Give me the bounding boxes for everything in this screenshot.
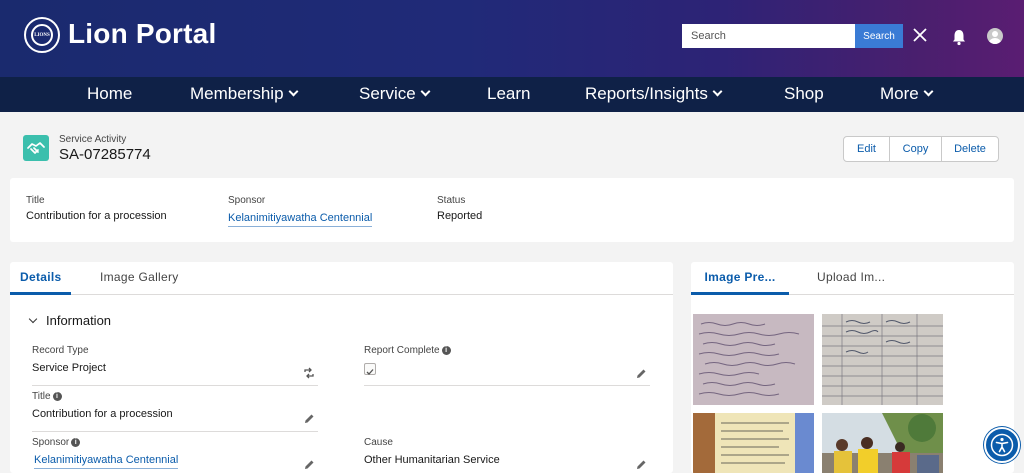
nav-item-shop[interactable]: Shop — [784, 77, 824, 112]
sponsor-label: Sponsor i — [32, 437, 81, 448]
search-button[interactable]: Search — [855, 24, 903, 48]
record-type-value: Service Project — [32, 362, 106, 374]
service-activity-icon — [23, 135, 49, 161]
highlight-status-label: Status — [437, 195, 466, 206]
image-thumbnail[interactable] — [822, 413, 943, 473]
record-id: SA-07285774 — [59, 146, 151, 163]
nav-item-more[interactable]: More — [880, 77, 934, 112]
image-panel: Image Pre... Upload Im... — [691, 262, 1014, 473]
chevron-down-icon — [28, 314, 38, 323]
nav-item-reports-insights[interactable]: Reports/Insights — [585, 77, 723, 112]
sponsor-link[interactable]: Kelanimitiyawatha Centennial — [34, 454, 179, 469]
edit-button[interactable]: Edit — [844, 137, 890, 161]
image-thumbnail[interactable] — [822, 314, 943, 405]
search-input[interactable] — [682, 24, 855, 48]
highlights-panel: Title Contribution for a procession Spon… — [10, 178, 1014, 242]
copy-button[interactable]: Copy — [890, 137, 942, 161]
information-section-toggle[interactable]: Information — [28, 313, 112, 328]
image-thumbnail[interactable] — [693, 413, 814, 473]
bell-icon[interactable] — [950, 28, 968, 46]
chevron-down-icon — [420, 86, 431, 97]
tab-details[interactable]: Details — [10, 262, 71, 295]
edit-pencil-icon[interactable] — [303, 458, 315, 470]
title-label: Title i — [32, 391, 62, 402]
cause-label: Cause — [364, 437, 393, 448]
delete-button[interactable]: Delete — [942, 137, 998, 161]
edit-pencil-icon[interactable] — [635, 367, 647, 379]
highlight-status-value: Reported — [437, 210, 483, 222]
cause-value: Other Humanitarian Service — [364, 454, 500, 466]
nav-item-membership[interactable]: Membership — [190, 77, 298, 112]
app-title[interactable]: Lion Portal — [68, 18, 216, 50]
chevron-down-icon — [712, 86, 723, 97]
report-complete-checkbox — [364, 363, 376, 375]
title-value: Contribution for a procession — [32, 408, 173, 420]
report-complete-label: Report Complete i — [364, 345, 451, 356]
nav-item-learn[interactable]: Learn — [487, 77, 530, 112]
highlight-sponsor-label: Sponsor — [228, 195, 266, 206]
chevron-down-icon — [923, 86, 934, 97]
record-actions: Edit Copy Delete — [843, 136, 999, 162]
details-panel: Details Image Gallery Information Record… — [10, 262, 673, 473]
section-title: Information — [46, 313, 112, 328]
details-tabs: Details Image Gallery — [10, 262, 673, 295]
highlight-sponsor-link[interactable]: Kelanimitiyawatha Centennial — [228, 212, 373, 227]
nav-item-home[interactable]: Home — [87, 77, 132, 112]
info-icon[interactable]: i — [52, 392, 62, 401]
logo-text-mark: LIONS — [34, 32, 50, 38]
main-nav: Home Membership Service Learn Reports/In… — [0, 77, 1024, 112]
image-thumbnail[interactable] — [693, 314, 814, 405]
tab-image-preview[interactable]: Image Pre... — [691, 262, 789, 295]
close-icon[interactable] — [910, 24, 930, 46]
lions-logo[interactable]: LIONS — [24, 17, 60, 53]
chevron-down-icon — [288, 86, 298, 97]
tab-image-gallery[interactable]: Image Gallery — [100, 262, 179, 295]
header-bar: LIONS Lion Portal Search — [0, 0, 1024, 77]
highlight-title-label: Title — [26, 195, 45, 206]
change-record-type-icon[interactable] — [303, 366, 315, 379]
avatar[interactable] — [987, 28, 1003, 44]
record-object-label: Service Activity — [59, 134, 127, 145]
accessibility-icon[interactable] — [984, 427, 1020, 463]
nav-item-service[interactable]: Service — [359, 77, 431, 112]
edit-pencil-icon[interactable] — [303, 412, 315, 424]
tab-upload-image[interactable]: Upload Im... — [817, 262, 885, 295]
info-icon[interactable]: i — [441, 346, 451, 355]
info-icon[interactable]: i — [71, 438, 81, 447]
highlight-title-value: Contribution for a procession — [26, 210, 167, 222]
edit-pencil-icon[interactable] — [635, 458, 647, 470]
record-type-label: Record Type — [32, 345, 89, 356]
